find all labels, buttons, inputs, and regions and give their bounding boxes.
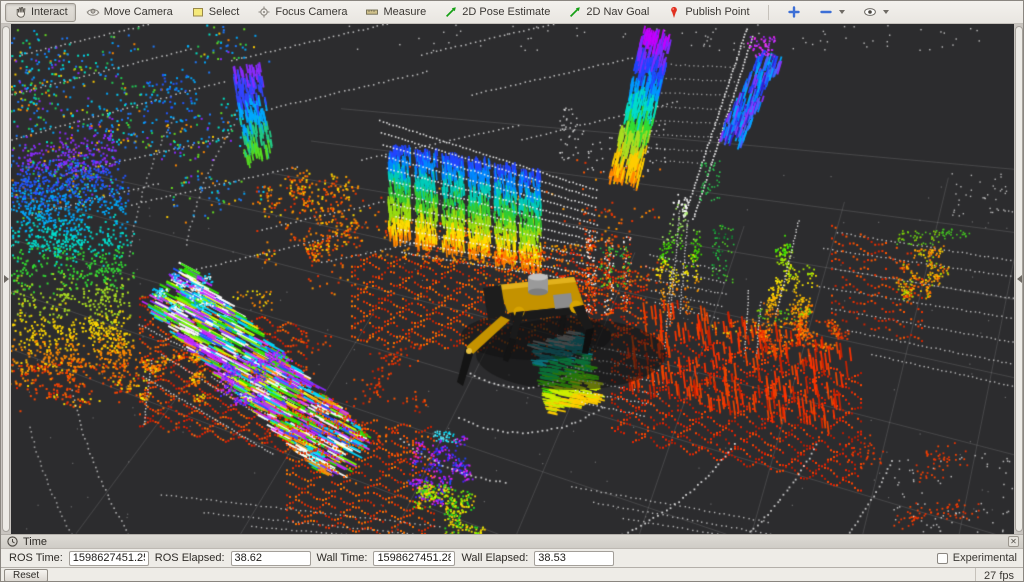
focus-icon: [257, 5, 271, 19]
tool-button-label: Select: [209, 6, 240, 18]
pin-icon: [667, 5, 681, 19]
time-field-input-3[interactable]: [534, 551, 614, 566]
tool-button-2d-pose-estimate[interactable]: 2D Pose Estimate: [436, 3, 558, 22]
tool-button-select[interactable]: Select: [183, 3, 248, 22]
expand-right-icon: [4, 275, 9, 283]
clock-icon: [7, 536, 18, 547]
pointcloud-render-canvas[interactable]: [11, 24, 1014, 534]
add-display-button[interactable]: [779, 3, 809, 22]
experimental-checkbox[interactable]: [937, 553, 948, 564]
experimental-label: Experimental: [953, 552, 1017, 564]
tool-button-label: Publish Point: [685, 6, 749, 18]
time-field-input-0[interactable]: [69, 551, 149, 566]
tool-button-publish-point[interactable]: Publish Point: [659, 3, 757, 22]
tool-button-move-camera[interactable]: Move Camera: [78, 3, 181, 22]
tool-button-label: Move Camera: [104, 6, 173, 18]
time-field-label: Wall Time:: [317, 552, 368, 564]
chevron-down-icon: [883, 10, 889, 14]
time-field-label: ROS Elapsed:: [155, 552, 225, 564]
reset-button[interactable]: Reset: [4, 569, 48, 582]
remove-display-button[interactable]: [811, 3, 853, 22]
fps-indicator: 27 fps: [975, 568, 1022, 582]
toolbar-separator: [768, 5, 769, 20]
minus-icon: [819, 5, 833, 19]
tool-button-label: Measure: [383, 6, 426, 18]
time-field-input-1[interactable]: [231, 551, 311, 566]
3d-viewport: [1, 24, 1024, 534]
time-field-input-2[interactable]: [373, 551, 455, 566]
time-field-label: Wall Elapsed:: [461, 552, 528, 564]
time-field-label: ROS Time:: [9, 552, 63, 564]
pose-arrow-icon: [444, 5, 458, 19]
expand-left-icon: [1017, 275, 1022, 283]
tool-button-label: 2D Nav Goal: [586, 6, 649, 18]
select-icon: [191, 5, 205, 19]
time-panel-title: Time: [23, 536, 47, 548]
hand-icon: [13, 5, 27, 19]
splitter-handle-bar[interactable]: [2, 26, 10, 532]
tool-button-measure[interactable]: Measure: [357, 3, 434, 22]
rviz-window: Interact Move Camera Select Focus Camera Mea…: [0, 0, 1024, 582]
nav-arrow-icon: [568, 5, 582, 19]
panel-collapse-handle-right[interactable]: [1014, 24, 1024, 534]
panel-collapse-handle-left[interactable]: [1, 24, 11, 534]
visibility-button[interactable]: [855, 3, 897, 22]
tool-button-2d-nav-goal[interactable]: 2D Nav Goal: [560, 3, 657, 22]
tool-button-focus-camera[interactable]: Focus Camera: [249, 3, 355, 22]
plus-icon: [787, 5, 801, 19]
time-panel-close-icon[interactable]: ✕: [1008, 536, 1019, 547]
splitter-handle-bar[interactable]: [1015, 26, 1023, 532]
measure-icon: [365, 5, 379, 19]
chevron-down-icon: [839, 10, 845, 14]
eye-icon: [863, 5, 877, 19]
tool-button-label: Focus Camera: [275, 6, 347, 18]
tool-button-interact[interactable]: Interact: [5, 3, 76, 22]
toolbar: Interact Move Camera Select Focus Camera Mea…: [1, 1, 1024, 24]
time-fields-row: ROS Time: ROS Elapsed: Wall Time: Wall Elap…: [1, 549, 1024, 567]
time-panel-header[interactable]: Time ✕: [1, 534, 1024, 549]
orbit-icon: [86, 5, 100, 19]
status-bar: Reset 27 fps: [1, 567, 1024, 582]
tool-button-label: Interact: [31, 6, 68, 18]
tool-button-label: 2D Pose Estimate: [462, 6, 550, 18]
time-panel: Time ✕ ROS Time: ROS Elapsed: Wall Time: Wa…: [1, 534, 1024, 567]
